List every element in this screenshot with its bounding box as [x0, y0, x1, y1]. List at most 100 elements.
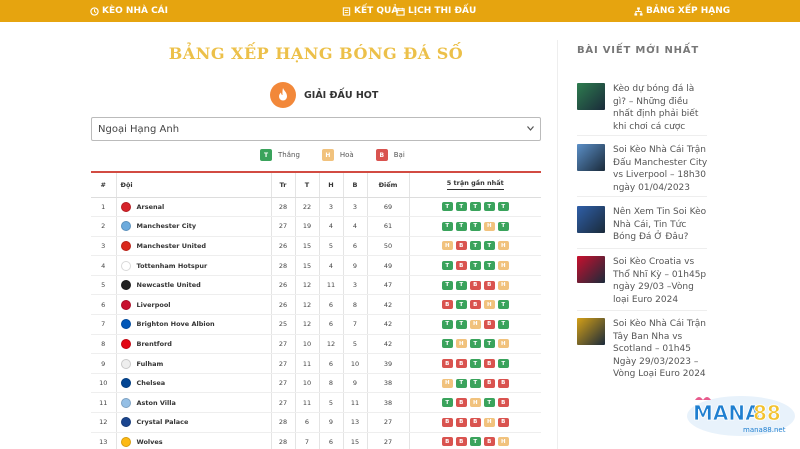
team-name[interactable]: Arsenal [137, 203, 165, 211]
table-row[interactable]: 2 Manchester City 27 19 4 4 61 T T T H T [91, 216, 541, 237]
form-badge: B [469, 300, 481, 310]
table-row[interactable]: 6 Liverpool 26 12 6 8 42 B T B H T [91, 294, 541, 316]
team-name[interactable]: Crystal Palace [137, 418, 189, 426]
col-won: T [295, 173, 320, 198]
form-badge: T [441, 280, 453, 290]
drawn-cell: 11 [319, 275, 344, 296]
nav-keo-nha-cai[interactable]: KÈO NHÀ CÁI [90, 0, 168, 22]
post-title[interactable]: Soi Kèo Nhà Cái Trận Đấu Manchester City… [613, 144, 709, 194]
team-name[interactable]: Tottenham Hotspur [137, 262, 208, 270]
form-badge: T [483, 398, 495, 408]
table-row[interactable]: 3 Manchester United 26 15 5 6 50 H B T T H [91, 236, 541, 257]
team-cell: Brentford [116, 334, 272, 355]
drawn-cell: 6 [319, 432, 344, 449]
played-cell: 26 [271, 294, 296, 316]
team-crest-icon [120, 201, 131, 212]
hot-label: GIẢI ĐẤU HOT [304, 89, 379, 101]
rank-cell: 10 [91, 373, 117, 394]
post-item[interactable]: Soi Kèo Nhà Cái Trận Tây Ban Nha vs Scot… [577, 318, 709, 381]
svg-text:88: 88 [753, 401, 781, 425]
standings-table: # Đội Tr T H B Điểm 5 trận gần nhất 1 Ars… [91, 171, 541, 449]
form-badge: B [441, 417, 453, 427]
team-name[interactable]: Manchester United [137, 242, 207, 250]
lost-cell: 10 [343, 353, 368, 374]
team-name[interactable]: Brighton Hove Albion [137, 320, 215, 328]
league-select-value: Ngoại Hạng Anh [98, 123, 180, 135]
table-row[interactable]: 9 Fulham 27 11 6 10 39 B B T B T [91, 353, 541, 374]
team-cell: Crystal Palace [116, 412, 272, 433]
form-cell: TBTTH [409, 255, 541, 276]
post-item[interactable]: Soi Kèo Nhà Cái Trận Đấu Manchester City… [577, 144, 709, 194]
points-cell: 42 [367, 334, 410, 355]
form-cell: TTTHT [409, 216, 541, 237]
form-badge: T [455, 319, 467, 329]
team-name[interactable]: Manchester City [137, 222, 197, 230]
hot-league-heading: GIẢI ĐẤU HOT [270, 82, 378, 108]
form-badge: T [441, 398, 453, 408]
post-item[interactable]: Nên Xem Tin Soi Kèo Nhà Cái, Tin Tức Bón… [577, 206, 709, 244]
form-badge: T [483, 202, 495, 212]
table-row[interactable]: 4 Tottenham Hotspur 28 15 4 9 49 T B T T H [91, 255, 541, 276]
team-crest-icon [120, 378, 131, 389]
nav-bang-xep-hang[interactable]: BẢNG XẾP HẠNG [634, 0, 730, 22]
form-cell: BBBHB [409, 412, 541, 433]
form-badge: T [497, 300, 509, 310]
post-title[interactable]: Soi Kèo Croatia vs Thổ Nhĩ Kỳ – 01h45p n… [613, 256, 709, 306]
legend-win-badge: T [260, 149, 272, 161]
team-cell: Aston Villa [116, 392, 272, 414]
lost-cell: 3 [343, 275, 368, 296]
points-cell: 27 [367, 412, 410, 433]
team-name[interactable]: Liverpool [137, 301, 171, 309]
table-row[interactable]: 12 Crystal Palace 28 6 9 13 27 B B B H B [91, 412, 541, 433]
points-cell: 42 [367, 294, 410, 316]
played-cell: 25 [271, 314, 296, 335]
rank-cell: 4 [91, 255, 117, 276]
post-title[interactable]: Soi Kèo Nhà Cái Trận Tây Ban Nha vs Scot… [613, 318, 709, 381]
team-name[interactable]: Fulham [137, 360, 164, 368]
post-thumbnail [577, 83, 605, 110]
league-select[interactable]: Ngoại Hạng Anh [91, 117, 541, 141]
lost-cell: 5 [343, 334, 368, 355]
rank-cell: 7 [91, 314, 117, 335]
table-row[interactable]: 8 Brentford 27 10 12 5 42 T H T T H [91, 334, 541, 355]
post-item[interactable]: Soi Kèo Croatia vs Thổ Nhĩ Kỳ – 01h45p n… [577, 256, 709, 306]
won-cell: 11 [295, 392, 320, 414]
sidebar-divider [557, 40, 558, 449]
table-row[interactable]: 1 Arsenal 28 22 3 3 69 T T T T T [91, 197, 541, 218]
mana88-logo: MANA 88 mana88.net [687, 396, 795, 436]
nav-lich-thi-dau[interactable]: LỊCH THI ĐẤU [396, 0, 476, 22]
team-name[interactable]: Newcastle United [137, 281, 201, 289]
post-title[interactable]: Nên Xem Tin Soi Kèo Nhà Cái, Tin Tức Bón… [613, 206, 709, 244]
table-header-row: # Đội Tr T H B Điểm 5 trận gần nhất [91, 173, 541, 198]
nav-label: KẾT QUẢ [354, 6, 399, 16]
nav-ket-qua[interactable]: KẾT QUẢ [342, 0, 398, 22]
team-crest-icon [120, 240, 131, 251]
form-badge: T [441, 261, 453, 271]
table-row[interactable]: 13 Wolves 28 7 6 15 27 B B T B H [91, 432, 541, 449]
form-badge: B [441, 359, 453, 369]
table-row[interactable]: 11 Aston Villa 27 11 5 11 38 T B H T B [91, 392, 541, 414]
lost-cell: 7 [343, 314, 368, 335]
table-row[interactable]: 7 Brighton Hove Albion 25 12 6 7 42 T T H B T [91, 314, 541, 335]
team-cell: Chelsea [116, 373, 272, 394]
form-badge: B [455, 241, 467, 251]
team-name[interactable]: Brentford [137, 340, 172, 348]
form-badge: B [497, 417, 509, 427]
post-title[interactable]: Kèo dự bóng đá là gì? – Những điều nhất … [613, 83, 709, 133]
played-cell: 28 [271, 255, 296, 276]
post-item[interactable]: Kèo dự bóng đá là gì? – Những điều nhất … [577, 83, 709, 133]
table-row[interactable]: 5 Newcastle United 26 12 11 3 47 T T B B H [91, 275, 541, 296]
team-name[interactable]: Wolves [137, 438, 163, 446]
drawn-cell: 6 [319, 353, 344, 374]
team-name[interactable]: Chelsea [137, 379, 166, 387]
points-cell: 38 [367, 373, 410, 394]
post-thumbnail [577, 144, 605, 171]
points-cell: 61 [367, 216, 410, 237]
team-name[interactable]: Aston Villa [137, 399, 176, 407]
drawn-cell: 8 [319, 373, 344, 394]
played-cell: 27 [271, 373, 296, 394]
form-cell: BBTBT [409, 353, 541, 374]
col-rank: # [91, 173, 117, 198]
table-row[interactable]: 10 Chelsea 27 10 8 9 38 H T T B B [91, 373, 541, 394]
rank-cell: 1 [91, 197, 117, 218]
